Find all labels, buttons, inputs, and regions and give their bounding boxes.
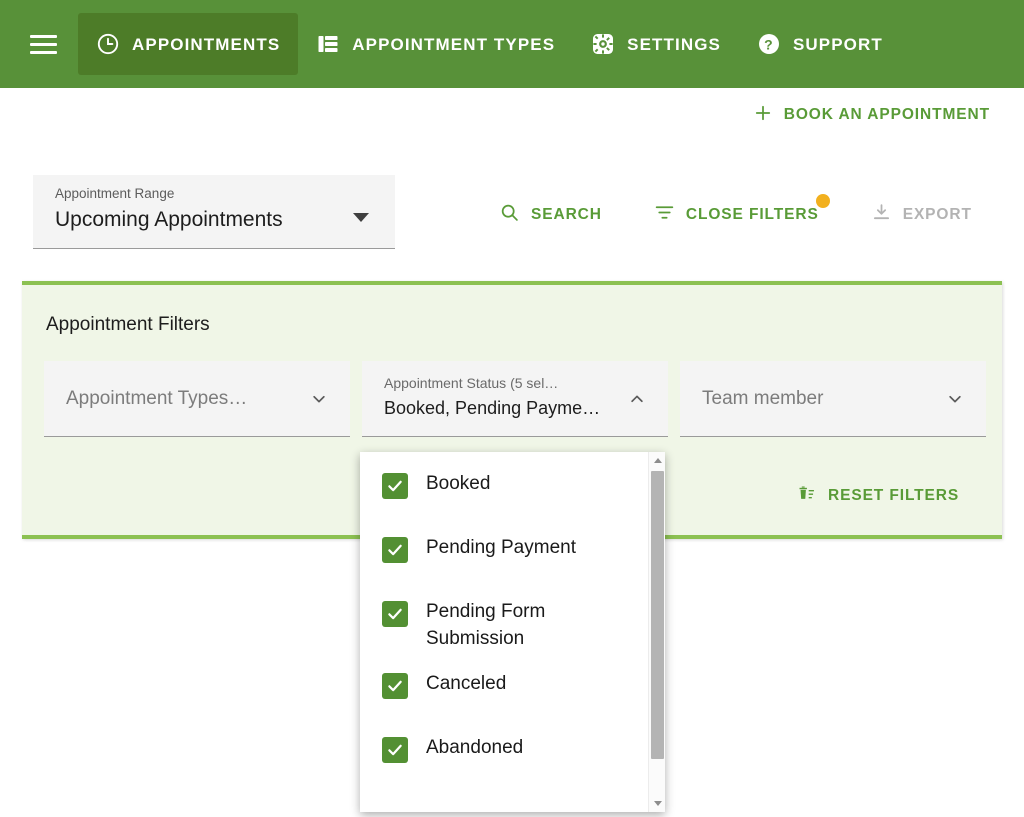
appointment-range-select[interactable]: Appointment Range Upcoming Appointments: [33, 175, 395, 249]
plus-icon: [753, 103, 773, 128]
checkbox-checked-icon[interactable]: [382, 601, 408, 627]
appointment-range-value: Upcoming Appointments: [55, 208, 283, 231]
search-icon: [499, 202, 520, 228]
hamburger-bar: [29, 34, 57, 38]
status-option-label: Abandoned: [426, 737, 524, 758]
appointment-types-field[interactable]: Appointment Types…: [44, 361, 350, 437]
team-member-field[interactable]: Team member: [680, 361, 986, 437]
search-button[interactable]: SEARCH: [495, 196, 606, 234]
filters-active-badge: [815, 194, 830, 208]
appointment-range-label: Appointment Range: [55, 186, 175, 201]
checkbox-checked-icon[interactable]: [382, 737, 408, 763]
chevron-up-icon[interactable]: [628, 390, 646, 408]
checkbox-checked-icon[interactable]: [382, 537, 408, 563]
tab-label: APPOINTMENTS: [132, 34, 281, 54]
status-option-booked[interactable]: Booked: [360, 458, 648, 522]
caret-down-icon[interactable]: [353, 213, 369, 222]
checkbox-checked-icon[interactable]: [382, 473, 408, 499]
team-member-placeholder: Team member: [702, 388, 824, 409]
close-filters-button[interactable]: CLOSE FILTERS: [650, 194, 830, 234]
checkbox-checked-icon[interactable]: [382, 673, 408, 699]
appointment-types-placeholder: Appointment Types…: [66, 388, 248, 409]
status-option-canceled[interactable]: Canceled: [360, 658, 648, 722]
gear-icon: [591, 32, 615, 56]
tab-appointments[interactable]: APPOINTMENTS: [78, 13, 299, 75]
close-filters-label: CLOSE FILTERS: [685, 206, 819, 223]
scroll-down-arrow-icon[interactable]: [649, 795, 665, 812]
reset-filters-button[interactable]: RESET FILTERS: [792, 477, 963, 515]
status-option-label: Booked: [426, 473, 491, 494]
tab-label: SETTINGS: [627, 34, 721, 54]
tab-appointment-types[interactable]: APPOINTMENT TYPES: [298, 13, 573, 75]
chevron-down-icon[interactable]: [946, 390, 964, 408]
status-option-label: Pending Payment: [426, 537, 576, 558]
dropdown-scrollbar[interactable]: [648, 452, 665, 812]
list-icon: [316, 32, 340, 56]
filter-icon: [654, 202, 675, 228]
status-option-label: Canceled: [426, 673, 507, 694]
toolbar-actions: SEARCH CLOSE FILTERS EXPORT: [495, 194, 976, 234]
appointment-status-label: Appointment Status (5 sel…: [384, 375, 559, 391]
reset-filters-wrap: RESET FILTERS: [792, 477, 963, 515]
book-appointment-row: BOOK AN APPOINTMENT: [0, 88, 1024, 142]
search-label: SEARCH: [531, 206, 602, 223]
delete-sweep-icon: [796, 483, 817, 509]
status-option-pending-payment[interactable]: Pending Payment: [360, 522, 648, 586]
download-icon: [871, 202, 892, 228]
status-option-abandoned[interactable]: Abandoned: [360, 722, 648, 786]
clock-icon: [96, 32, 120, 56]
arrow-up-glyph: [653, 458, 662, 463]
scrollbar-thumb[interactable]: [651, 471, 664, 759]
help-circle-icon: ?: [757, 32, 781, 56]
reset-filters-label: RESET FILTERS: [828, 487, 960, 504]
hamburger-bar: [29, 50, 57, 54]
appointment-status-field[interactable]: Appointment Status (5 sel… Booked, Pendi…: [362, 361, 668, 437]
status-option-pending-form-submission[interactable]: Pending Form Submission: [360, 586, 648, 658]
book-appointment-button[interactable]: BOOK AN APPOINTMENT: [749, 97, 994, 134]
controls-row: Appointment Range Upcoming Appointments …: [0, 160, 1024, 260]
appointment-status-dropdown: Booked Pending Payment Pending Form Subm…: [360, 452, 665, 812]
scroll-up-arrow-icon[interactable]: [649, 452, 665, 469]
hamburger-bar: [29, 42, 57, 46]
export-button[interactable]: EXPORT: [867, 196, 976, 234]
filters-panel-title: Appointment Filters: [46, 314, 210, 335]
arrow-down-glyph: [653, 801, 662, 806]
top-navigation-bar: APPOINTMENTS APPOINTMENT TYPES SETTINGS: [0, 0, 1024, 88]
tab-label: APPOINTMENT TYPES: [352, 34, 556, 54]
svg-text:?: ?: [764, 36, 774, 52]
tab-settings[interactable]: SETTINGS: [573, 13, 739, 75]
tab-support[interactable]: ? SUPPORT: [739, 13, 901, 75]
appointment-status-value: Booked, Pending Payme…: [384, 398, 601, 418]
hamburger-menu-icon[interactable]: [26, 27, 60, 61]
tab-label: SUPPORT: [792, 34, 883, 54]
chevron-down-icon[interactable]: [310, 390, 328, 408]
status-option-label: Pending Form Submission: [426, 601, 546, 649]
status-option-list: Booked Pending Payment Pending Form Subm…: [360, 452, 648, 812]
book-appointment-label: BOOK AN APPOINTMENT: [783, 106, 990, 123]
export-label: EXPORT: [902, 206, 972, 223]
